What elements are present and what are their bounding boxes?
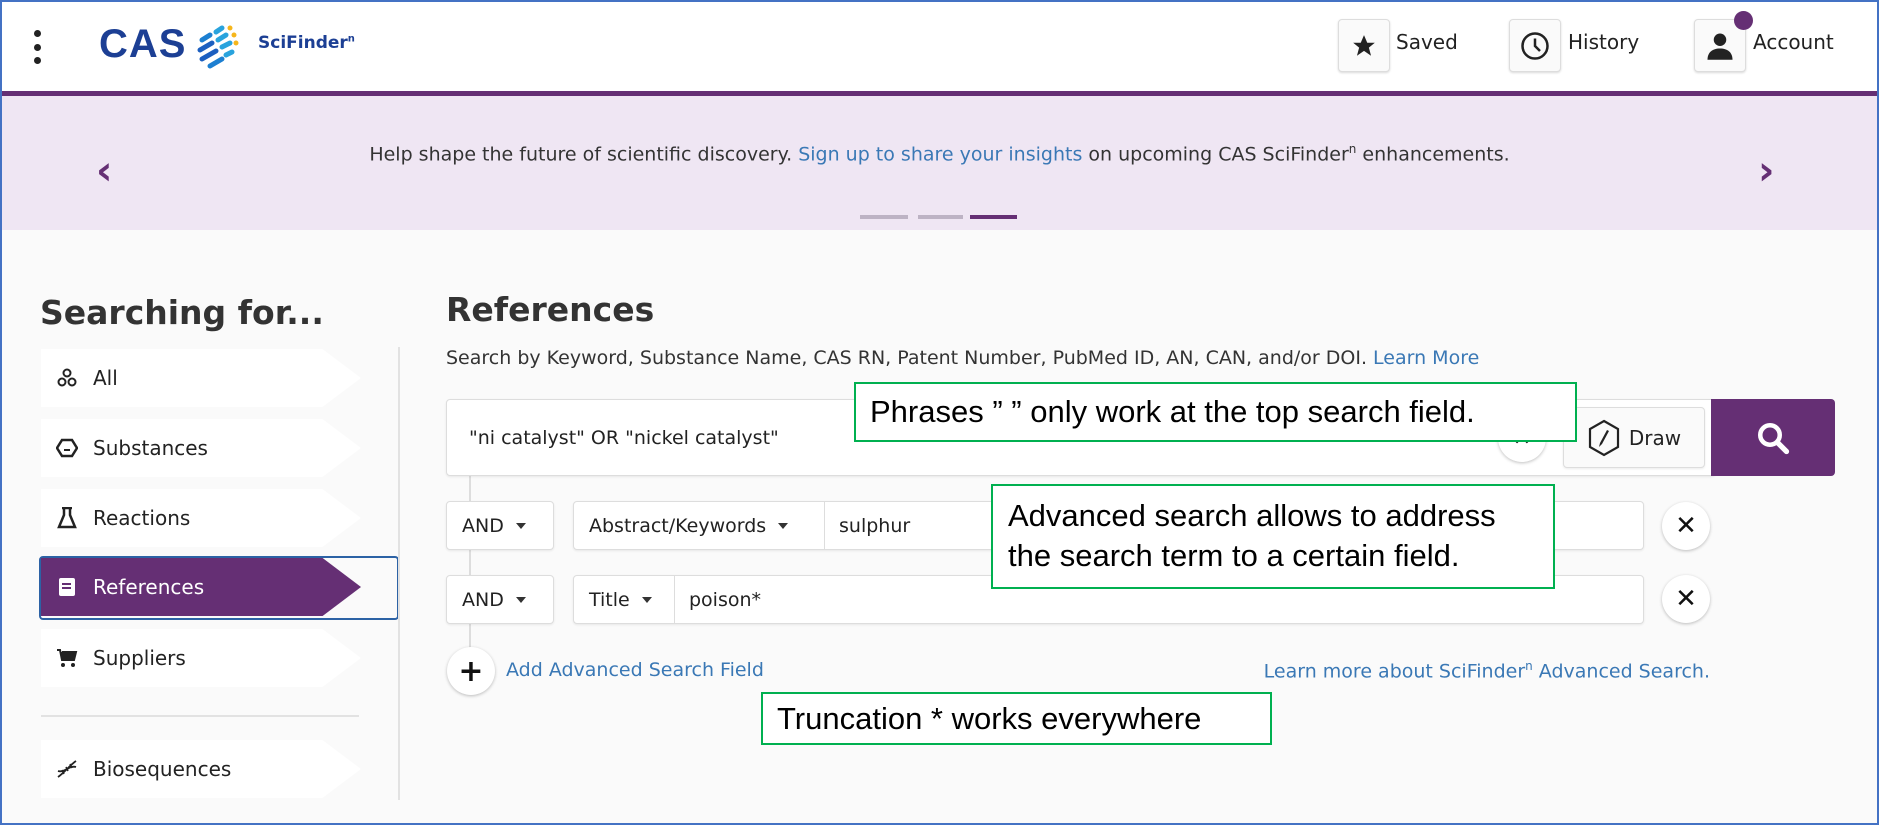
field-input-2[interactable]: poison* bbox=[675, 589, 761, 611]
announcement-banner: ‹ Help shape the future of scientific di… bbox=[0, 96, 1879, 230]
chevron-right-icon[interactable]: › bbox=[1758, 148, 1774, 194]
cas-logo-dots-icon bbox=[197, 25, 239, 69]
sidebar-item-label: References bbox=[93, 575, 205, 599]
remove-row-2-button[interactable]: ✕ bbox=[1662, 575, 1710, 623]
product-name: SciFinder bbox=[258, 33, 348, 53]
page-title: References bbox=[446, 290, 655, 329]
caret-down-icon bbox=[515, 596, 526, 603]
add-field-button[interactable]: + bbox=[447, 647, 495, 695]
document-icon bbox=[55, 577, 79, 597]
account-label[interactable]: Account bbox=[1753, 30, 1834, 54]
sidebar-item-label: Suppliers bbox=[93, 646, 186, 670]
sidebar-item-reactions[interactable]: Reactions bbox=[41, 489, 361, 547]
cas-logo[interactable]: CAS bbox=[99, 22, 186, 67]
close-icon: ✕ bbox=[1675, 584, 1697, 614]
clock-icon bbox=[1521, 31, 1549, 60]
remove-row-1-button[interactable]: ✕ bbox=[1662, 502, 1710, 550]
caret-down-icon bbox=[515, 522, 526, 529]
saved-label[interactable]: Saved bbox=[1396, 30, 1458, 54]
caret-down-icon bbox=[778, 522, 789, 529]
learn-advanced-sup: n bbox=[1525, 659, 1533, 673]
learn-advanced-search-link[interactable]: Learn more about SciFindern Advanced Sea… bbox=[1264, 659, 1710, 682]
carousel-dot-1[interactable] bbox=[860, 215, 908, 219]
field-value: Abstract/Keywords bbox=[589, 514, 767, 537]
search-button[interactable] bbox=[1711, 399, 1835, 476]
draw-label: Draw bbox=[1628, 425, 1682, 450]
caret-down-icon bbox=[641, 596, 652, 603]
hexagon-icon bbox=[55, 438, 79, 458]
sidebar-item-substances[interactable]: Substances bbox=[41, 419, 361, 477]
search-icon bbox=[1758, 422, 1790, 454]
banner-text-end: enhancements. bbox=[1356, 143, 1510, 166]
sidebar-item-biosequences[interactable]: Biosequences bbox=[41, 740, 361, 798]
draw-pencil-icon bbox=[1588, 419, 1619, 456]
close-icon: ✕ bbox=[1675, 511, 1697, 541]
carousel-dot-2[interactable] bbox=[918, 215, 963, 219]
sidebar-title: Searching for... bbox=[40, 293, 324, 332]
learn-advanced-text: Learn more about SciFinder bbox=[1263, 660, 1526, 683]
sidebar-vertical-divider bbox=[398, 347, 400, 800]
operator-value: AND bbox=[462, 588, 504, 611]
sidebar-item-label: Biosequences bbox=[93, 757, 232, 781]
annotation-truncation: Truncation * works everywhere bbox=[761, 692, 1272, 745]
annotation-advanced-search: Advanced search allows to address the se… bbox=[991, 484, 1555, 589]
history-label[interactable]: History bbox=[1568, 30, 1639, 54]
operator-value: AND bbox=[462, 514, 504, 537]
sidebar-item-label: Reactions bbox=[93, 506, 191, 530]
notification-dot bbox=[1734, 11, 1753, 30]
product-sup: n bbox=[347, 33, 355, 45]
carousel-dot-3[interactable] bbox=[970, 215, 1017, 219]
flask-icon bbox=[55, 507, 79, 529]
sidebar-item-suppliers[interactable]: Suppliers bbox=[41, 629, 361, 687]
add-advanced-field-link[interactable]: Add Advanced Search Field bbox=[506, 659, 764, 681]
user-icon bbox=[1707, 33, 1733, 60]
sidebar-item-all[interactable]: All bbox=[41, 349, 361, 407]
scifinder-logo: SciFindern bbox=[258, 33, 355, 53]
draw-button[interactable]: Draw bbox=[1563, 407, 1705, 468]
search-description: Search by Keyword, Substance Name, CAS R… bbox=[446, 347, 1479, 369]
field-select-2[interactable]: Title bbox=[574, 576, 675, 623]
description-text: Search by Keyword, Substance Name, CAS R… bbox=[446, 347, 1374, 369]
history-button[interactable] bbox=[1509, 19, 1561, 72]
field-value: Title bbox=[589, 588, 630, 611]
plus-icon: + bbox=[458, 653, 484, 689]
learn-advanced-end: Advanced Search. bbox=[1532, 660, 1710, 683]
kebab-menu-icon[interactable] bbox=[30, 30, 44, 64]
dna-icon bbox=[55, 759, 79, 779]
signup-link[interactable]: Sign up to share your insights bbox=[798, 143, 1082, 165]
annotation-phrases: Phrases ” ” only work at the top search … bbox=[854, 382, 1577, 442]
field-select-1[interactable]: Abstract/Keywords bbox=[574, 502, 825, 549]
sidebar-item-label: All bbox=[93, 366, 118, 390]
molecules-icon bbox=[55, 368, 79, 388]
field-input-value: sulphur bbox=[839, 514, 911, 537]
saved-button[interactable] bbox=[1338, 19, 1390, 72]
banner-text: Help shape the future of scientific disc… bbox=[0, 142, 1879, 165]
field-input-value: poison* bbox=[689, 588, 762, 611]
learn-more-link[interactable]: Learn More bbox=[1373, 347, 1479, 369]
sidebar-divider bbox=[41, 715, 359, 717]
operator-select-1[interactable]: AND bbox=[446, 501, 554, 550]
main-search-value: "ni catalyst" OR "nickel catalyst" bbox=[469, 426, 779, 449]
field-input-1[interactable]: sulphur bbox=[825, 515, 910, 537]
banner-text-start: Help shape the future of scientific disc… bbox=[369, 143, 799, 166]
top-bar: CAS SciFindern Saved History Account bbox=[0, 0, 1879, 91]
operator-select-2[interactable]: AND bbox=[446, 575, 554, 624]
sidebar-item-references[interactable]: References bbox=[41, 558, 361, 616]
cart-icon bbox=[55, 648, 79, 668]
sidebar-item-label: Substances bbox=[93, 436, 208, 460]
banner-text-mid: on upcoming CAS SciFinder bbox=[1082, 143, 1349, 166]
star-icon bbox=[1353, 34, 1375, 56]
